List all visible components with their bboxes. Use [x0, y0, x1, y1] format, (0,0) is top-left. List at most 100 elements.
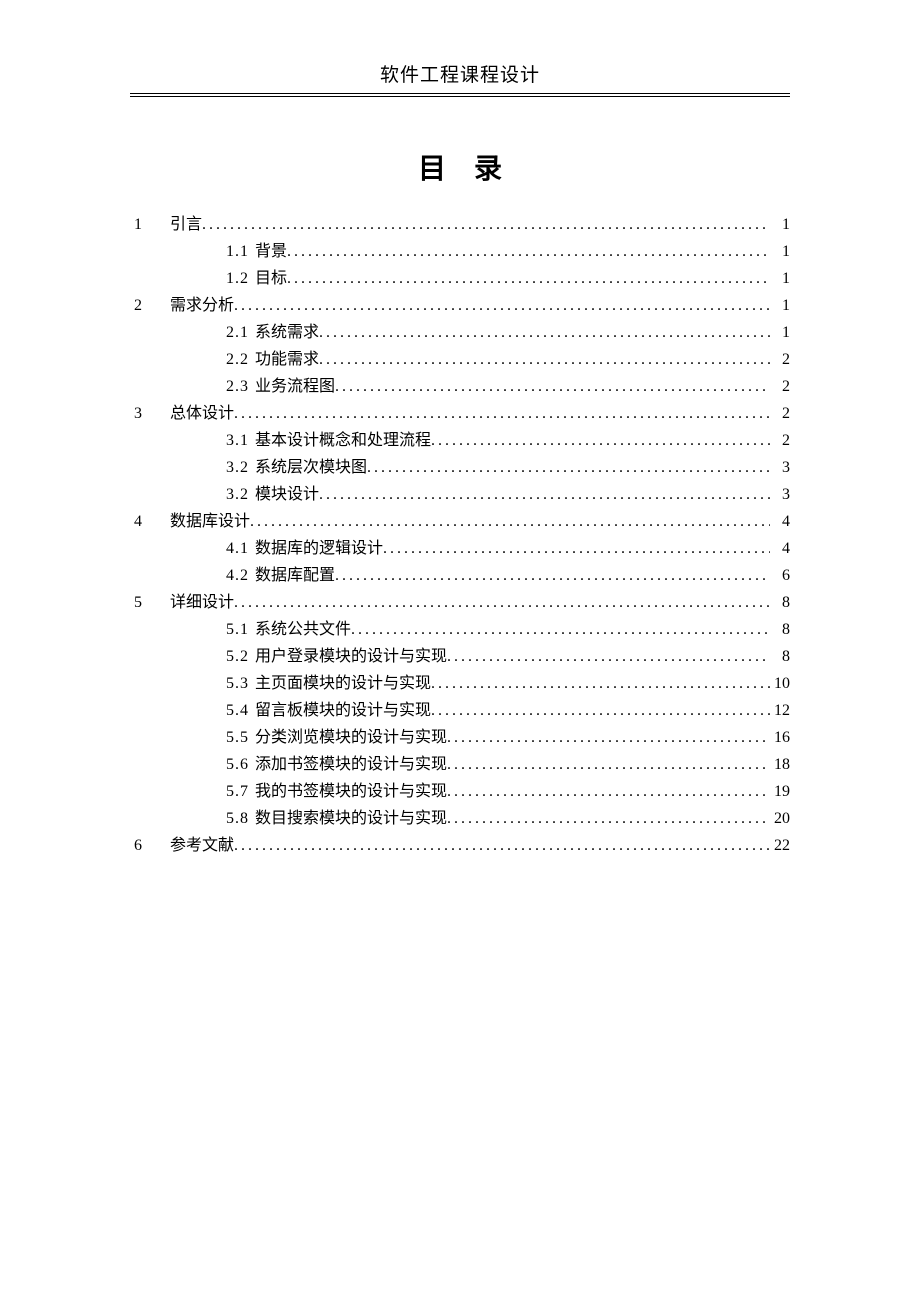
toc-leader-dots	[319, 483, 770, 507]
toc-page-number: 2	[770, 348, 790, 372]
toc-subsection-label: 系统需求	[255, 321, 319, 345]
toc-page-number: 8	[770, 618, 790, 642]
toc-section-label: 总体设计	[170, 402, 234, 426]
toc-page-number: 18	[770, 753, 790, 777]
toc-subsection-label: 留言板模块的设计与实现	[255, 699, 431, 723]
toc-subsection-number: 5.8	[226, 807, 255, 831]
toc-subsection-label: 数据库配置	[255, 564, 335, 588]
toc-leader-dots	[250, 510, 770, 534]
toc-subsection-number: 3.1	[226, 429, 255, 453]
toc-section-label: 引言	[170, 213, 202, 237]
toc-entry: 1引言1	[130, 213, 790, 237]
toc-entry: 1.2目标1	[130, 267, 790, 291]
toc-page-number: 1	[770, 213, 790, 237]
toc-leader-dots	[351, 618, 770, 642]
toc-subsection-number: 2.1	[226, 321, 255, 345]
toc-entry: 5详细设计8	[130, 591, 790, 615]
toc-entry: 4.1数据库的逻辑设计4	[130, 537, 790, 561]
toc-entry: 2.3业务流程图2	[130, 375, 790, 399]
page-header: 软件工程课程设计	[130, 60, 790, 93]
toc-leader-dots	[447, 807, 770, 831]
toc-subsection-number: 4.2	[226, 564, 255, 588]
toc-entry: 3.2系统层次模块图3	[130, 456, 790, 480]
toc-title: 目录	[130, 147, 790, 187]
toc-page-number: 4	[770, 510, 790, 534]
toc-section-label: 详细设计	[170, 591, 234, 615]
toc-subsection-label: 功能需求	[255, 348, 319, 372]
toc-page-number: 6	[770, 564, 790, 588]
toc-leader-dots	[234, 402, 770, 426]
toc-leader-dots	[431, 672, 770, 696]
toc-leader-dots	[447, 645, 770, 669]
toc-leader-dots	[431, 699, 770, 723]
toc-entry: 5.5分类浏览模块的设计与实现16	[130, 726, 790, 750]
toc-subsection-label: 数据库的逻辑设计	[255, 537, 383, 561]
toc-subsection-number: 5.7	[226, 780, 255, 804]
toc-subsection-number: 3.2	[226, 456, 255, 480]
toc-subsection-number: 5.4	[226, 699, 255, 723]
toc-entry: 5.6添加书签模块的设计与实现18	[130, 753, 790, 777]
toc-section-number: 4	[130, 510, 170, 534]
toc-page-number: 1	[770, 240, 790, 264]
toc-subsection-label: 我的书签模块的设计与实现	[255, 780, 447, 804]
toc-entry: 3.2模块设计3	[130, 483, 790, 507]
toc-page-number: 1	[770, 267, 790, 291]
toc-leader-dots	[447, 753, 770, 777]
toc-leader-dots	[319, 348, 770, 372]
toc-section-number: 3	[130, 402, 170, 426]
toc-subsection-number: 2.3	[226, 375, 255, 399]
toc-page-number: 16	[770, 726, 790, 750]
toc-page-number: 4	[770, 537, 790, 561]
header-rule-top	[130, 93, 790, 94]
toc-entry: 6参考文献 22	[130, 834, 790, 858]
toc-entry: 2.2功能需求 2	[130, 348, 790, 372]
toc-leader-dots	[335, 375, 770, 399]
toc-subsection-label: 业务流程图	[255, 375, 335, 399]
toc-subsection-number: 1.1	[226, 240, 255, 264]
toc-entry: 5.4留言板模块的设计与实现 12	[130, 699, 790, 723]
toc-entry: 5.7我的书签模块的设计与实现19	[130, 780, 790, 804]
toc-entry: 3.1基本设计概念和处理流程 2	[130, 429, 790, 453]
toc-section-number: 2	[130, 294, 170, 318]
toc-subsection-label: 基本设计概念和处理流程	[255, 429, 431, 453]
toc-leader-dots	[234, 591, 770, 615]
toc-entry: 5.8数目搜索模块的设计与实现20	[130, 807, 790, 831]
toc-subsection-label: 背景	[255, 240, 287, 264]
toc-section-number: 1	[130, 213, 170, 237]
toc-subsection-number: 5.5	[226, 726, 255, 750]
toc-subsection-label: 添加书签模块的设计与实现	[255, 753, 447, 777]
toc-subsection-label: 系统公共文件	[255, 618, 351, 642]
toc-subsection-number: 5.2	[226, 645, 255, 669]
toc-page-number: 1	[770, 294, 790, 318]
toc-page-number: 10	[770, 672, 790, 696]
toc-entry: 2需求分析1	[130, 294, 790, 318]
toc-subsection-label: 系统层次模块图	[255, 456, 367, 480]
toc-subsection-label: 主页面模块的设计与实现	[255, 672, 431, 696]
toc-page-number: 2	[770, 429, 790, 453]
toc-subsection-number: 2.2	[226, 348, 255, 372]
toc-entry: 2.1系统需求 1	[130, 321, 790, 345]
toc-page-number: 1	[770, 321, 790, 345]
toc-subsection-label: 目标	[255, 267, 287, 291]
header-rule-bottom	[130, 96, 790, 97]
toc-section-number: 6	[130, 834, 170, 858]
toc-entry: 5.2用户登录模块的设计与实现 8	[130, 645, 790, 669]
toc-leader-dots	[287, 267, 770, 291]
toc-page-number: 22	[770, 834, 790, 858]
toc-entry: 1.1背景 1	[130, 240, 790, 264]
toc-page-number: 8	[770, 645, 790, 669]
toc-leader-dots	[383, 537, 770, 561]
toc-page-number: 12	[770, 699, 790, 723]
toc-page-number: 2	[770, 402, 790, 426]
table-of-contents: 1引言11.1背景11.2目标12需求分析12.1系统需求12.2功能需求22.…	[130, 213, 790, 858]
toc-page-number: 3	[770, 483, 790, 507]
toc-leader-dots	[202, 213, 770, 237]
toc-leader-dots	[234, 834, 770, 858]
toc-subsection-label: 用户登录模块的设计与实现	[255, 645, 447, 669]
toc-entry: 4.2数据库配置 6	[130, 564, 790, 588]
toc-page-number: 8	[770, 591, 790, 615]
toc-entry: 5.3主页面模块的设计与实现 10	[130, 672, 790, 696]
toc-section-label: 数据库设计	[170, 510, 250, 534]
toc-section-label: 参考文献	[170, 834, 234, 858]
toc-subsection-number: 5.3	[226, 672, 255, 696]
